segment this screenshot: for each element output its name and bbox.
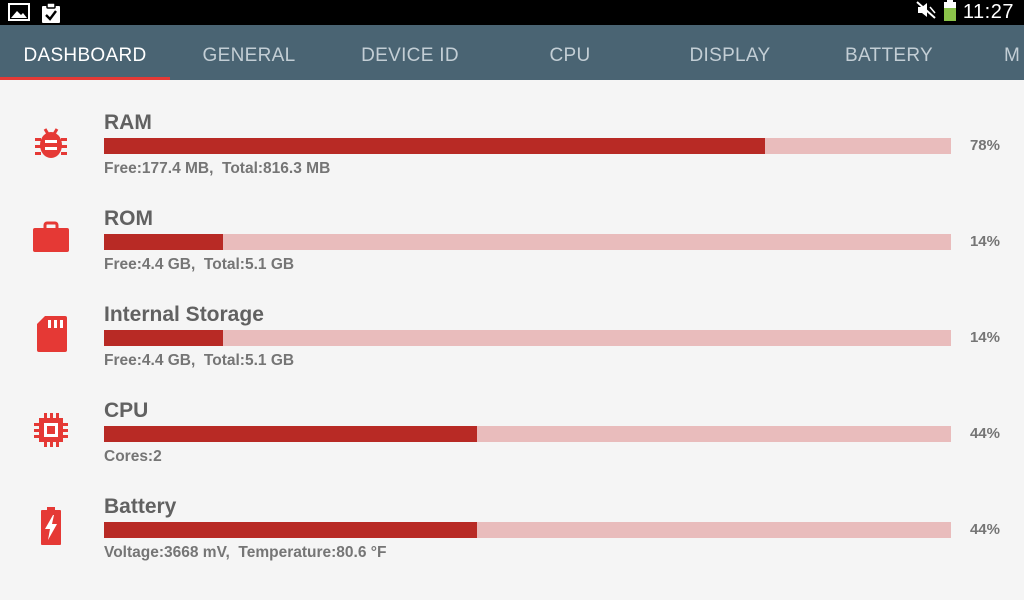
status-bar: 11:27 [0,0,1024,25]
mute-icon [915,0,937,25]
tab-dashboard[interactable]: DASHBOARD [5,25,165,80]
progress-fill [104,330,223,346]
sd-card-icon [31,314,71,354]
cpu-progress-bar [104,426,951,442]
storage-progress-bar [104,330,951,346]
dashboard-content: RAM 78% Free:177.4 MB, Total:816.3 MB RO… [0,80,1024,600]
battery-detail: Voltage:3668 mV, Temperature:80.6 °F [104,544,387,561]
row-title: Battery [104,495,177,518]
tab-more[interactable]: M [1004,25,1024,80]
battery-percent: 44% [969,521,1000,538]
progress-fill [104,522,477,538]
row-title: ROM [104,207,153,230]
cpu-percent: 44% [969,425,1000,442]
tab-display[interactable]: DISPLAY [650,25,810,80]
clock: 11:27 [962,1,1014,23]
bug-icon [31,122,71,162]
rom-row[interactable]: ROM 14% Free:4.4 GB, Total:5.1 GB [0,176,1024,273]
cpu-row[interactable]: CPU 44% Cores:2 [0,368,1024,465]
chip-icon [31,410,71,450]
internal-storage-row[interactable]: Internal Storage 14% Free:4.4 GB, Total:… [0,272,1024,369]
tab-battery[interactable]: BATTERY [809,25,969,80]
ram-progress-bar [104,138,951,154]
battery-progress-bar [104,522,951,538]
progress-fill [104,234,223,250]
ram-row[interactable]: RAM 78% Free:177.4 MB, Total:816.3 MB [0,80,1024,177]
row-title: Internal Storage [104,303,264,326]
tab-device-id[interactable]: DEVICE ID [330,25,490,80]
briefcase-icon [31,218,71,258]
progress-fill [104,138,765,154]
battery-icon [943,0,957,26]
tab-bar: DASHBOARD GENERAL DEVICE ID CPU DISPLAY … [0,25,1024,80]
progress-fill [104,426,477,442]
tab-cpu[interactable]: CPU [490,25,650,80]
tab-general[interactable]: GENERAL [169,25,329,80]
ram-percent: 78% [969,137,1000,154]
battery-charging-icon [31,506,71,546]
rom-percent: 14% [969,233,1000,250]
storage-percent: 14% [969,329,1000,346]
rom-progress-bar [104,234,951,250]
row-title: CPU [104,399,149,422]
battery-row[interactable]: Battery 44% Voltage:3668 mV, Temperature… [0,464,1024,561]
row-title: RAM [104,111,152,134]
